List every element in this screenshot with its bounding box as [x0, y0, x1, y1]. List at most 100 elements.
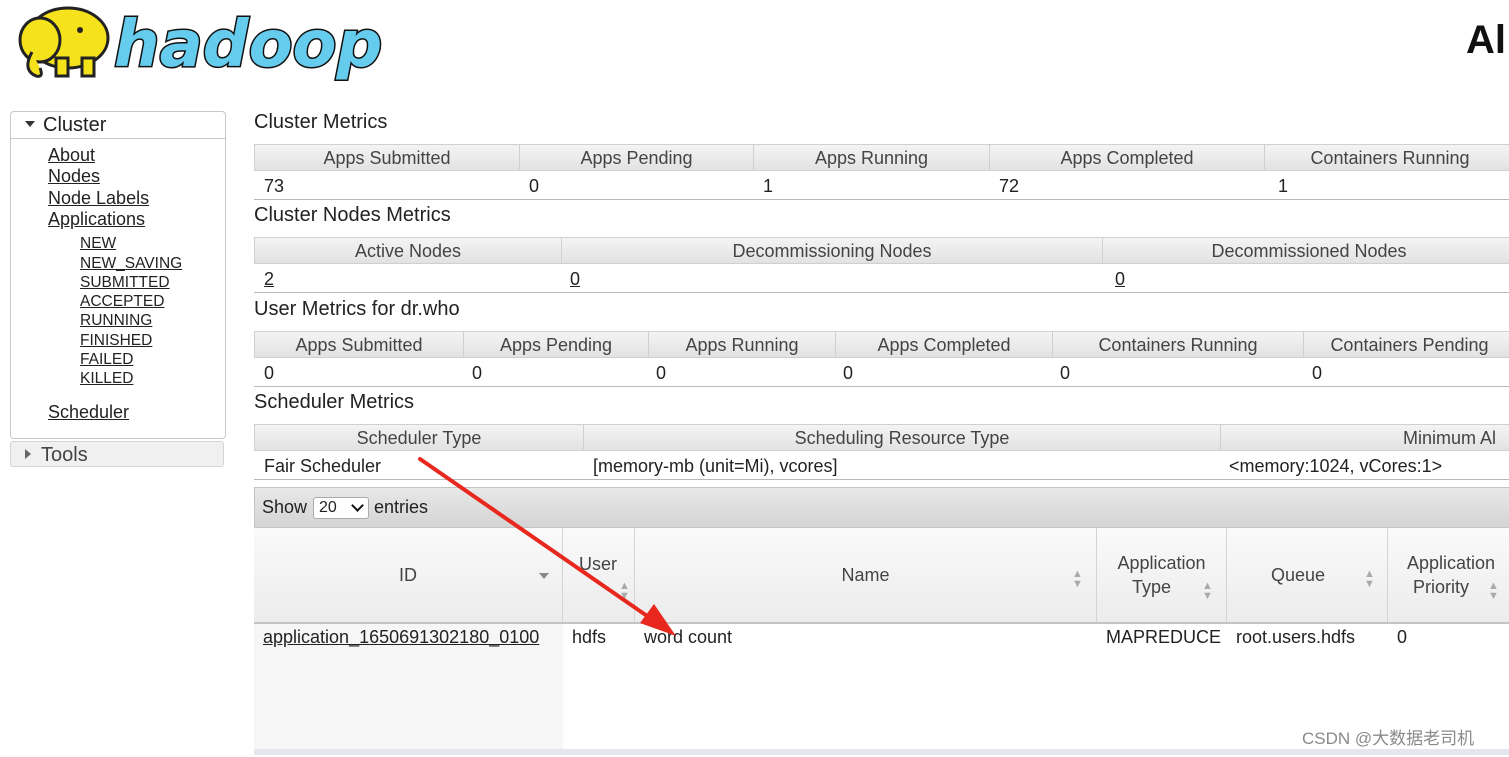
page-title: Al	[1466, 18, 1506, 62]
column-header-queue[interactable]: Queue ▲ ▼	[1227, 528, 1388, 622]
nav-cluster-label: Cluster	[43, 114, 107, 136]
nav-app-new-saving[interactable]: NEW_SAVING	[80, 255, 182, 273]
watermark: CSDN @大数据老司机	[1302, 729, 1475, 748]
column-header: Decommissioning Nodes	[562, 238, 1103, 263]
triangle-down-icon	[25, 120, 35, 127]
metric-value: 0	[843, 363, 854, 383]
nav-node-labels[interactable]: Node Labels	[48, 188, 149, 209]
column-header: Containers Pending	[1330, 335, 1489, 355]
metric-value: 0	[1312, 363, 1323, 383]
nav-cluster-panel: Cluster About Nodes Node Labels Applicat…	[10, 111, 226, 439]
column-header: Active Nodes	[255, 238, 562, 263]
table-length-toolbar: Show 20 entries	[254, 487, 1509, 528]
column-header: Apps Running	[649, 332, 836, 357]
logo-wordmark: hadoop	[114, 8, 382, 82]
nav-cluster-header[interactable]: Cluster	[11, 112, 225, 139]
nav-app-accepted[interactable]: ACCEPTED	[80, 293, 164, 311]
triangle-right-icon	[25, 448, 31, 459]
minimum-allocation-value: <memory:1024, vCores:1>	[1229, 456, 1443, 476]
table-header-row: Active Nodes Decommissioning Nodes Decom…	[254, 237, 1509, 264]
cluster-nodes-metrics-table: Active Nodes Decommissioning Nodes Decom…	[254, 237, 1509, 294]
decommissioning-nodes-link[interactable]: 0	[560, 264, 580, 292]
applications-table: Show 20 entries ID User ▲ ▼ Name ▲ ▼ Appli…	[254, 487, 1509, 757]
column-label: ID	[399, 565, 417, 585]
metric-value: 1	[1278, 176, 1289, 196]
nav-about[interactable]: About	[48, 145, 95, 166]
column-header-application-type[interactable]: Application Type ▲ ▼	[1097, 528, 1227, 622]
column-label: Application	[1117, 553, 1206, 573]
sort-icon: ▲ ▼	[1364, 568, 1375, 590]
sort-icon: ▲ ▼	[1488, 580, 1499, 602]
column-label: User	[579, 554, 618, 574]
application-name: word count	[644, 627, 733, 647]
nav-app-running[interactable]: RUNNING	[80, 312, 152, 330]
decommissioned-nodes-link[interactable]: 0	[1105, 264, 1125, 292]
sort-icon: ▲ ▼	[1072, 568, 1083, 590]
metric-value: 0	[1060, 363, 1071, 383]
resource-type-value: [memory-mb (unit=Mi), vcores]	[593, 456, 838, 476]
column-header: Apps Submitted	[255, 332, 464, 357]
metric-value: 0	[264, 363, 275, 383]
column-header-name[interactable]: Name ▲ ▼	[635, 528, 1097, 622]
nav-applications[interactable]: Applications	[48, 209, 145, 230]
column-header: Scheduler Type	[255, 425, 584, 450]
active-nodes-link[interactable]: 2	[254, 264, 274, 292]
table-row: Fair Scheduler [memory-mb (unit=Mi), vco…	[254, 451, 1509, 480]
column-header-id[interactable]: ID	[254, 528, 563, 622]
column-header: Containers Running	[1053, 332, 1304, 357]
nav-tools-header[interactable]: Tools	[10, 441, 224, 467]
nav-app-new[interactable]: NEW	[80, 235, 116, 253]
metric-value: 73	[264, 176, 285, 196]
hadoop-logo: hadoop	[18, 6, 384, 84]
column-header-application-priority[interactable]: Application Priority ▲ ▼	[1388, 528, 1509, 622]
nav-app-failed[interactable]: FAILED	[80, 351, 133, 369]
table-bottom-bar	[254, 749, 1509, 755]
column-header: Minimum Al	[1403, 428, 1497, 448]
nav-app-killed[interactable]: KILLED	[80, 370, 133, 388]
user-metrics-title: User Metrics for dr.who	[254, 298, 460, 320]
cluster-metrics-title: Cluster Metrics	[254, 111, 388, 133]
table-row: 2 0 0	[254, 264, 1509, 293]
column-header: Apps Submitted	[255, 145, 520, 170]
page-size-select[interactable]: 20	[313, 497, 369, 519]
show-label: Show	[262, 497, 308, 517]
application-id-link[interactable]: application_1650691302180_0100	[263, 627, 539, 648]
table-header-row: Apps Submitted Apps Pending Apps Running…	[254, 144, 1509, 171]
sort-icon: ▲ ▼	[1202, 580, 1213, 602]
metric-value: 0	[529, 176, 540, 196]
column-header: Apps Completed	[836, 332, 1053, 357]
nav-app-finished[interactable]: FINISHED	[80, 332, 152, 350]
column-header: Containers Running	[1310, 148, 1470, 168]
page-size-value: 20	[319, 499, 337, 516]
elephant-icon	[18, 6, 110, 78]
column-header: Apps Pending	[520, 145, 754, 170]
column-header: Scheduling Resource Type	[584, 425, 1221, 450]
table-header-row: ID User ▲ ▼ Name ▲ ▼ Application Type ▲ ▼ Q…	[254, 528, 1509, 624]
column-label: Name	[841, 565, 890, 585]
table-header-row: Apps Submitted Apps Pending Apps Running…	[254, 331, 1509, 358]
sort-desc-icon	[539, 573, 549, 579]
sort-icon: ▲ ▼	[619, 580, 630, 602]
scheduler-metrics-table: Scheduler Type Scheduling Resource Type …	[254, 424, 1509, 481]
table-header-row: Scheduler Type Scheduling Resource Type …	[254, 424, 1509, 451]
table-row: 73 0 1 72 1	[254, 171, 1509, 200]
column-label: Queue	[1270, 565, 1326, 585]
metric-value: 1	[763, 176, 774, 196]
application-queue: root.users.hdfs	[1236, 627, 1356, 647]
scheduler-type-value: Fair Scheduler	[264, 456, 382, 476]
nav-app-submitted[interactable]: SUBMITTED	[80, 274, 170, 292]
nav-nodes[interactable]: Nodes	[48, 166, 100, 187]
entries-label: entries	[374, 497, 429, 517]
metric-value: 0	[472, 363, 483, 383]
column-label: Priority	[1412, 577, 1469, 597]
nav-scheduler[interactable]: Scheduler	[48, 402, 129, 423]
application-priority: 0	[1397, 627, 1408, 647]
metric-value: 72	[999, 176, 1020, 196]
user-metrics-table: Apps Submitted Apps Pending Apps Running…	[254, 331, 1509, 388]
column-label: Type	[1131, 577, 1172, 597]
scheduler-metrics-title: Scheduler Metrics	[254, 391, 415, 413]
column-header: Apps Completed	[990, 145, 1265, 170]
chevron-down-icon	[351, 499, 364, 512]
metric-value: 0	[656, 363, 667, 383]
column-header-user[interactable]: User ▲ ▼	[563, 528, 635, 622]
